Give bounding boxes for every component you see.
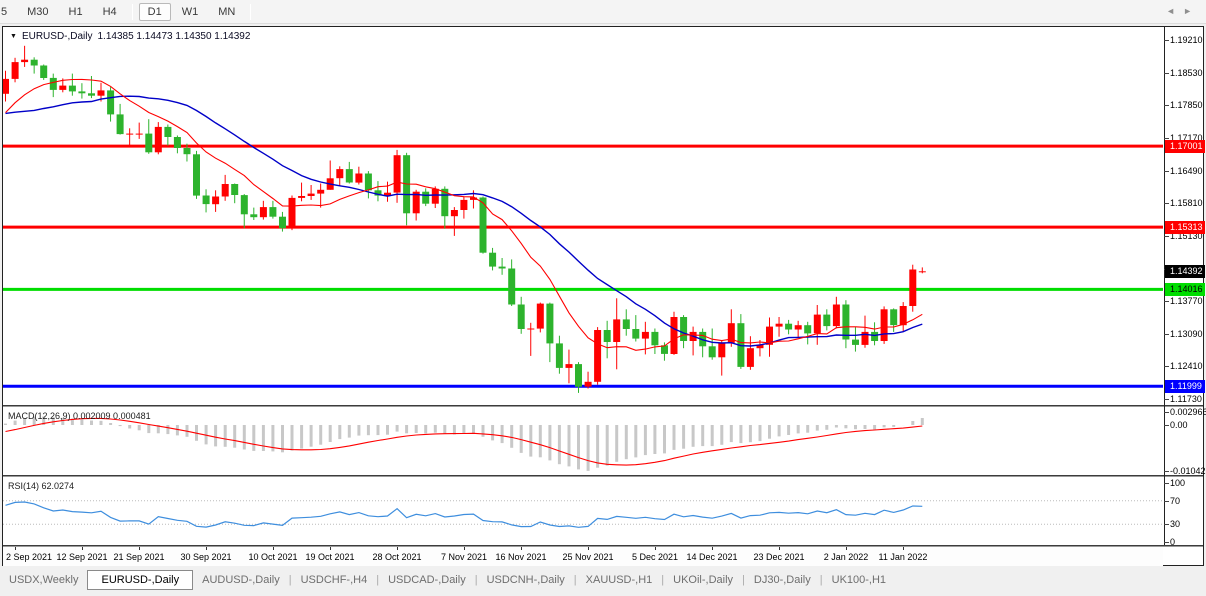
date-label: 2 Sep 2021 bbox=[6, 552, 52, 562]
date-label: 7 Nov 2021 bbox=[441, 552, 487, 562]
price-axis-label: 1.13770 bbox=[1170, 296, 1203, 306]
chart-title: ▼ EURUSD-,Daily 1.14385 1.14473 1.14350 … bbox=[10, 31, 250, 42]
date-label: 23 Dec 2021 bbox=[753, 552, 804, 562]
symbol-tab-ukoil-daily[interactable]: UKOil-,Daily bbox=[664, 571, 742, 589]
tab-scroll-arrows: ◄► bbox=[1166, 6, 1200, 16]
timeframe-toolbar: 5M30H1H4 D1W1MN bbox=[0, 0, 1206, 24]
panel-separator[interactable] bbox=[3, 475, 1203, 477]
price-level-badge: 1.17001 bbox=[1165, 140, 1205, 153]
symbol-tab-bar: USDX,WeeklyEURUSD-,DailyAUDUSD-,Daily|US… bbox=[0, 567, 1206, 593]
symbol-tab-usdcad-daily[interactable]: USDCAD-,Daily bbox=[379, 571, 475, 589]
macd-indicator-plot[interactable] bbox=[3, 408, 1163, 475]
price-level-badge: 1.15313 bbox=[1165, 221, 1205, 234]
rsi-axis-label: 70 bbox=[1170, 496, 1180, 506]
macd-axis-label: 0.00 bbox=[1170, 420, 1188, 430]
date-axis: 2 Sep 2021 12 Sep 2021 21 Sep 2021 30 Sep 2… bbox=[3, 547, 1163, 566]
symbol-tab-uk100-h1[interactable]: UK100-,H1 bbox=[823, 571, 895, 589]
price-axis-label: 1.13090 bbox=[1170, 329, 1203, 339]
price-axis-label: 1.16490 bbox=[1170, 166, 1203, 176]
timeframe-button-w1[interactable]: W1 bbox=[173, 3, 208, 21]
panel-separator[interactable] bbox=[3, 405, 1203, 407]
chart-ohlc-values: 1.14385 1.14473 1.14350 1.14392 bbox=[98, 31, 251, 42]
date-label: 19 Oct 2021 bbox=[305, 552, 354, 562]
tab-scroll-left-icon[interactable]: ◄ bbox=[1166, 6, 1183, 16]
date-tick-mark bbox=[273, 547, 274, 550]
macd-axis-label: -0.01042 bbox=[1170, 466, 1206, 476]
symbol-tab-eurusd-daily[interactable]: EURUSD-,Daily bbox=[87, 570, 193, 590]
price-axis-label: 1.11730 bbox=[1170, 394, 1202, 404]
date-tick-mark bbox=[206, 547, 207, 550]
price-axis-label: 1.15810 bbox=[1170, 198, 1203, 208]
current-price-badge: 1.14392 bbox=[1165, 265, 1205, 278]
macd-label: MACD(12,26,9) 0.002009 0.000481 bbox=[8, 411, 151, 421]
rsi-line bbox=[6, 502, 923, 527]
date-label: 2 Jan 2022 bbox=[824, 552, 869, 562]
date-tick-mark bbox=[464, 547, 465, 550]
rsi-axis-label: 30 bbox=[1170, 519, 1180, 529]
rsi-label: RSI(14) 62.0274 bbox=[8, 481, 74, 491]
date-tick-mark bbox=[846, 547, 847, 550]
price-axis-label: 1.18530 bbox=[1170, 68, 1203, 78]
date-tick-mark bbox=[139, 547, 140, 550]
date-label: 16 Nov 2021 bbox=[495, 552, 546, 562]
price-chart-plot[interactable] bbox=[3, 27, 1163, 405]
chart-dropdown-icon[interactable]: ▼ bbox=[10, 33, 17, 40]
macd-axis-label: 0.002966 bbox=[1170, 407, 1206, 417]
date-label: 25 Nov 2021 bbox=[562, 552, 613, 562]
symbol-tab-audusd-daily[interactable]: AUDUSD-,Daily bbox=[193, 571, 289, 589]
timeframe-button-m30[interactable]: M30 bbox=[18, 3, 57, 21]
date-tick-mark bbox=[588, 547, 589, 550]
rsi-indicator-plot[interactable] bbox=[3, 478, 1163, 545]
symbol-tab-xauusd-h1[interactable]: XAUUSD-,H1 bbox=[577, 571, 662, 589]
date-label: 5 Dec 2021 bbox=[632, 552, 678, 562]
date-tick-mark bbox=[779, 547, 780, 550]
date-label: 30 Sep 2021 bbox=[180, 552, 231, 562]
rsi-axis-label: 100 bbox=[1170, 478, 1185, 488]
symbol-tab-usdcnh-daily[interactable]: USDCNH-,Daily bbox=[478, 571, 574, 589]
timeframe-button-d1[interactable]: D1 bbox=[139, 3, 171, 21]
date-tick-mark bbox=[82, 547, 83, 550]
date-tick-mark bbox=[521, 547, 522, 550]
price-axis-label: 1.12410 bbox=[1170, 361, 1203, 371]
chart-window[interactable]: ▼ EURUSD-,Daily 1.14385 1.14473 1.14350 … bbox=[2, 26, 1204, 566]
toolbar-separator bbox=[250, 4, 251, 20]
chart-symbol-label: EURUSD-,Daily bbox=[22, 31, 93, 42]
date-tick-mark bbox=[655, 547, 656, 550]
date-tick-mark bbox=[15, 547, 16, 550]
tab-scroll-right-icon[interactable]: ► bbox=[1183, 6, 1200, 16]
date-tick-mark bbox=[712, 547, 713, 550]
macd-histogram bbox=[6, 417, 923, 471]
price-axis-label: 1.19210 bbox=[1170, 35, 1203, 45]
rsi-axis-label: 0 bbox=[1170, 537, 1175, 547]
timeframe-button-mn[interactable]: MN bbox=[209, 3, 244, 21]
date-label: 14 Dec 2021 bbox=[686, 552, 737, 562]
price-level-badge: 1.11999 bbox=[1165, 380, 1205, 393]
toolbar-separator bbox=[132, 4, 133, 20]
date-tick-mark bbox=[903, 547, 904, 550]
symbol-tab-dj30-daily[interactable]: DJ30-,Daily bbox=[745, 571, 820, 589]
price-level-badge: 1.14016 bbox=[1165, 283, 1205, 296]
date-label: 12 Sep 2021 bbox=[56, 552, 107, 562]
date-tick-mark bbox=[397, 547, 398, 550]
date-label: 21 Sep 2021 bbox=[113, 552, 164, 562]
date-label: 28 Oct 2021 bbox=[372, 552, 421, 562]
symbol-tab-usdchf-h4[interactable]: USDCHF-,H4 bbox=[292, 571, 377, 589]
symbol-tab-usdx-weekly[interactable]: USDX,Weekly bbox=[0, 571, 87, 589]
timeframe-button-h1[interactable]: H1 bbox=[60, 3, 92, 21]
ma-slow-line bbox=[6, 96, 923, 346]
timeframe-button-h4[interactable]: H4 bbox=[94, 3, 126, 21]
price-axis-label: 1.17850 bbox=[1170, 100, 1203, 110]
date-label: 11 Jan 2022 bbox=[879, 552, 928, 562]
date-label: 10 Oct 2021 bbox=[248, 552, 297, 562]
timeframe-button-5[interactable]: 5 bbox=[0, 3, 16, 21]
date-tick-mark bbox=[330, 547, 331, 550]
